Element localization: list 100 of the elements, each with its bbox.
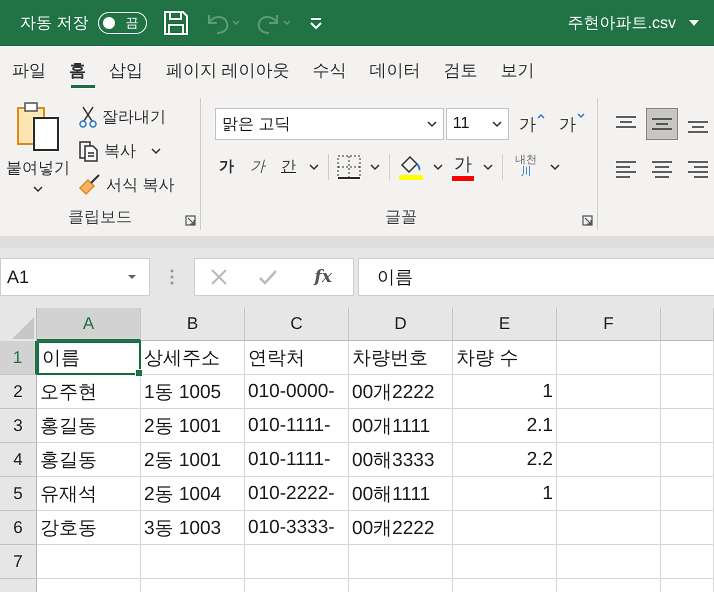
chevron-icon xyxy=(32,185,44,193)
shrink-font-button[interactable]: 가 xyxy=(555,110,589,138)
copy-icon xyxy=(78,140,100,162)
chevron-icon xyxy=(150,147,162,155)
table-cell: 010-0000- xyxy=(245,375,349,409)
table-cell: 상세주소 xyxy=(141,341,245,375)
table-cell: 1 xyxy=(453,375,557,409)
table-cell: 이름 xyxy=(37,341,141,375)
chevron-icon xyxy=(492,120,502,128)
font-color-button[interactable]: 가 xyxy=(452,152,474,181)
table-cell: 00개2222 xyxy=(349,375,453,409)
dialog-launcher-icon[interactable] xyxy=(185,215,196,226)
table-cell: 3동 1003 xyxy=(141,511,245,545)
paintbrush-icon xyxy=(78,174,102,196)
dialog-launcher-icon[interactable] xyxy=(582,215,593,226)
customize-caret-icon[interactable] xyxy=(309,16,324,30)
table-cell: 010-1111- xyxy=(245,409,349,443)
clipboard-icon xyxy=(16,100,60,152)
table-cell: 강호동 xyxy=(37,511,141,545)
autosave-toggle[interactable]: 끔 xyxy=(98,12,148,34)
chevron-icon xyxy=(482,162,494,170)
italic-button[interactable]: 가 xyxy=(246,155,269,178)
column-header[interactable]: E xyxy=(453,308,557,341)
table-cell xyxy=(661,511,714,545)
table-cell: 00개1111 xyxy=(349,409,453,443)
ribbon-tab[interactable]: 홈 xyxy=(67,46,107,94)
save-icon[interactable] xyxy=(163,10,190,36)
table-cell xyxy=(661,545,714,579)
ribbon-tab[interactable]: 보기 xyxy=(498,46,556,94)
border-icon[interactable] xyxy=(337,154,361,178)
table-cell xyxy=(661,375,714,409)
format-painter-button[interactable]: 서식 복사 xyxy=(74,170,178,200)
scissors-icon xyxy=(78,106,98,128)
bold-button[interactable]: 가 xyxy=(215,155,238,178)
insert-function-button[interactable]: fx xyxy=(308,266,338,288)
table-cell xyxy=(661,443,714,477)
phonetic-button[interactable]: 내천 川 xyxy=(511,152,541,180)
table-cell xyxy=(661,341,714,375)
formula-field[interactable]: 이름 xyxy=(358,258,714,296)
row-header[interactable]: 4 xyxy=(0,443,37,477)
row-header[interactable]: 1 xyxy=(0,341,37,375)
caret-icon xyxy=(127,274,137,280)
table-cell: 010-1111- xyxy=(245,443,349,477)
grow-font-button[interactable]: 가 xyxy=(515,110,549,138)
column-header[interactable]: A xyxy=(37,308,141,341)
column-header[interactable]: D xyxy=(349,308,453,341)
table-cell: 유재석 xyxy=(37,477,141,511)
font-name-field[interactable]: 맑은 고딕 xyxy=(215,108,444,140)
file-name[interactable]: 주현아파트.csv xyxy=(568,12,676,34)
table-cell: 010-2222- xyxy=(245,477,349,511)
table-cell: 2동 1001 xyxy=(141,443,245,477)
align-lines-icon xyxy=(615,158,637,178)
cut-button[interactable]: 잘라내기 xyxy=(74,102,178,132)
chevron-icon xyxy=(549,162,561,170)
vertical-align-button[interactable] xyxy=(646,108,678,140)
table-cell: 00캐2222 xyxy=(349,511,453,545)
name-box[interactable]: A1 xyxy=(0,258,150,296)
column-header[interactable]: B xyxy=(141,308,245,341)
table-cell: 홍길동 xyxy=(37,443,141,477)
caret-icon[interactable] xyxy=(688,19,700,27)
underline-button[interactable]: 간 xyxy=(277,155,300,178)
table-cell: 홍길동 xyxy=(37,409,141,443)
group-label: 글꼴 xyxy=(385,208,417,228)
row-header[interactable]: 6 xyxy=(0,511,37,545)
ribbon-tab[interactable]: 삽입 xyxy=(107,46,164,94)
table-cell: 2.2 xyxy=(453,443,557,477)
row-header[interactable]: 5 xyxy=(0,477,37,511)
row-header[interactable]: 7 xyxy=(0,545,37,579)
table-cell: 2동 1001 xyxy=(141,409,245,443)
ribbon-tab[interactable]: 페이지 레이아웃 xyxy=(164,46,311,94)
table-cell: 2.1 xyxy=(453,409,557,443)
chevron-icon xyxy=(426,120,437,128)
copy-button[interactable]: 복사 xyxy=(74,136,178,166)
ribbon-tab[interactable]: 수식 xyxy=(310,46,368,94)
ribbon-tab[interactable]: 검토 xyxy=(442,46,499,94)
font-size-field[interactable]: 11 xyxy=(446,108,509,140)
group-label: 클립보드 xyxy=(68,208,132,228)
chevron-icon xyxy=(369,162,381,170)
grip-icon[interactable] xyxy=(170,269,174,285)
column-header[interactable]: F xyxy=(557,308,661,341)
row-header[interactable]: 3 xyxy=(0,409,37,443)
fill-handle[interactable] xyxy=(135,369,143,377)
table-cell xyxy=(661,409,714,443)
row-header[interactable]: 2 xyxy=(0,375,37,409)
corner-triangle-icon xyxy=(12,317,34,339)
autosave-label: 자동 저장 xyxy=(20,14,88,34)
table-cell: 2동 1004 xyxy=(141,477,245,511)
column-header[interactable]: C xyxy=(245,308,349,341)
table-cell: 오주현 xyxy=(37,375,141,409)
align-lines-icon xyxy=(651,158,673,178)
table-cell xyxy=(661,477,714,511)
paste-button[interactable]: 붙여넣기 xyxy=(0,98,74,204)
table-cell: 차량번호 xyxy=(349,341,453,375)
table-cell: 00해1111 xyxy=(349,477,453,511)
ribbon-tab[interactable]: 데이터 xyxy=(368,46,442,94)
table-cell: 1동 1005 xyxy=(141,375,245,409)
table-cell: 차량 수 xyxy=(453,341,557,375)
table-cell: 010-3333- xyxy=(245,511,349,545)
ribbon-tab[interactable]: 파일 xyxy=(10,46,67,94)
check-icon[interactable] xyxy=(258,268,278,286)
